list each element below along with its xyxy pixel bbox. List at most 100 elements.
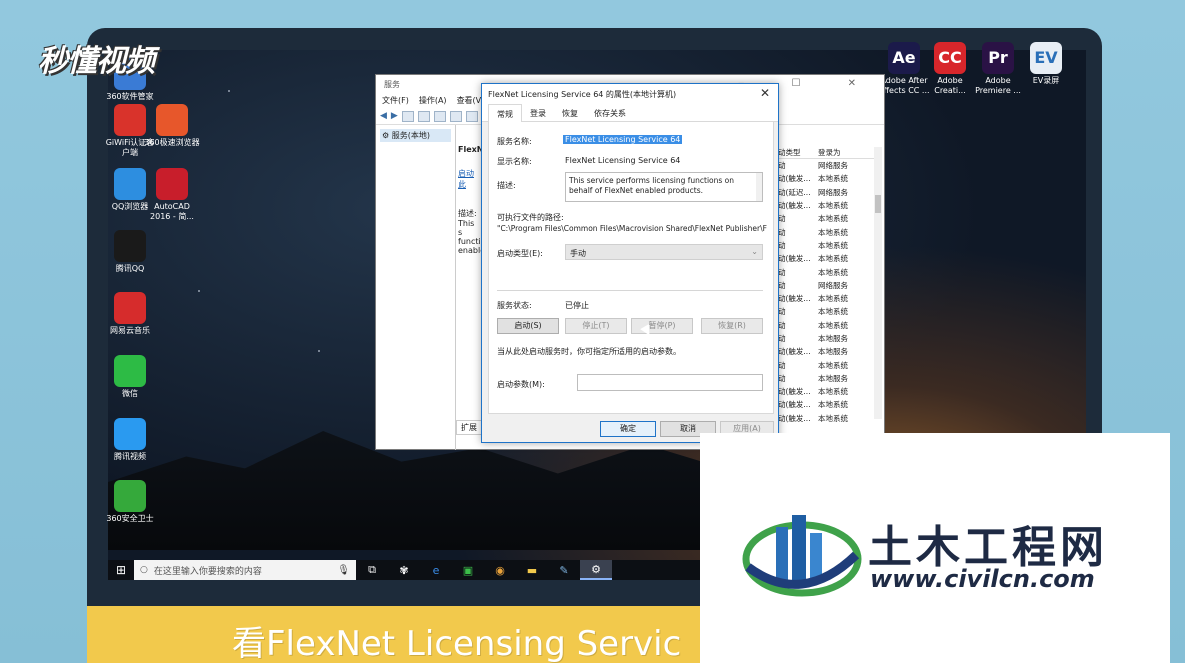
video-frame: 360软件管家 GiWiFi认证客户端 360极速浏览器 QQ浏览器 AutoCAD 2… (0, 0, 1185, 663)
startup-params-input[interactable] (577, 374, 763, 391)
forward-arrow-icon[interactable]: ▶ (391, 111, 398, 122)
table-row[interactable]: 动 本地系统 (776, 265, 876, 278)
desktop-icon[interactable]: 腾讯QQ (102, 230, 158, 274)
executable-path: "C:\Program Files\Common Files\Macrovisi… (497, 224, 767, 233)
service-name-value[interactable]: FlexNet Licensing Service 64 (563, 135, 683, 144)
resume-button[interactable]: 恢复(R) (701, 318, 763, 334)
desktop-icon[interactable]: 网易云音乐 (102, 292, 158, 336)
cell-logon-as: 本地系统 (818, 294, 848, 304)
terminal-icon[interactable]: ▣ (452, 560, 484, 580)
desktop-icon[interactable]: 腾讯视频 (102, 418, 158, 462)
service-status-value: 已停止 (565, 301, 589, 310)
desktop-icon[interactable]: EV EV录屏 (1018, 42, 1074, 86)
table-row[interactable]: 动(触发... 本地系统 (776, 292, 876, 305)
display-name-label: 显示名称: (497, 157, 532, 166)
tree-item-services-local[interactable]: ⚙ 服务(本地) (380, 129, 451, 142)
desktop-icon[interactable]: 微信 (102, 355, 158, 399)
desktop-icon-label: 微信 (122, 389, 138, 398)
desktop-icon[interactable]: 360安全卫士 (102, 480, 158, 524)
table-row[interactable]: 动(触发... 本地系统 (776, 412, 876, 425)
cell-logon-as: 本地系统 (818, 400, 848, 410)
taskbar-search[interactable]: ○ 在这里输入你要搜索的内容 🎙 (134, 560, 356, 580)
desktop-icon[interactable]: AutoCAD 2016 - 简... (144, 168, 200, 222)
description-scrollbar[interactable] (756, 173, 762, 201)
tab-recovery[interactable]: 恢复 (554, 104, 586, 121)
description-box[interactable]: This service performs licensing function… (565, 172, 763, 202)
table-row[interactable]: 动(触发... 本地系统 (776, 252, 876, 265)
toolbar-refresh-icon[interactable] (433, 111, 446, 122)
fan-icon[interactable]: ✾ (388, 560, 420, 580)
cell-startup-type: 动(触发... (778, 201, 811, 211)
scroll-thumb[interactable] (875, 195, 881, 213)
services-scrollbar[interactable] (874, 147, 882, 419)
close-icon[interactable]: ✕ (760, 86, 770, 100)
cell-startup-type: 动(触发... (778, 387, 811, 397)
pen-icon[interactable]: ✎ (548, 560, 580, 580)
table-row[interactable]: 动 本地系统 (776, 319, 876, 332)
menu-action[interactable]: 操作(A) (419, 95, 447, 109)
folder-icon[interactable]: ▬ (516, 560, 548, 580)
windows-start-icon[interactable]: ⊞ (108, 563, 134, 577)
toolbar-list-icon[interactable] (417, 111, 430, 122)
detail-desc-line: This s (458, 219, 475, 237)
cell-startup-type: 动 (778, 373, 786, 383)
civilcn-logo-icon (742, 515, 862, 597)
color-wheel-icon[interactable]: ◉ (484, 560, 516, 580)
desktop-icon[interactable]: 360极速浏览器 (144, 104, 200, 148)
table-row[interactable]: 动 本地服务 (776, 372, 876, 385)
desktop-icon-label: 360极速浏览器 (144, 138, 200, 147)
table-row[interactable]: 动(延迟... 网络服务 (776, 186, 876, 199)
tab-dependencies[interactable]: 依存关系 (586, 104, 634, 121)
table-row[interactable]: 动(触发... 本地服务 (776, 345, 876, 358)
start-button[interactable]: 启动(S) (497, 318, 559, 334)
display-name-value: FlexNet Licensing Service 64 (565, 156, 681, 165)
autocad-icon (156, 168, 188, 200)
table-row[interactable]: 动(触发... 本地系统 (776, 398, 876, 411)
table-row[interactable]: 动(触发... 本地系统 (776, 172, 876, 185)
edge-icon[interactable]: e (420, 560, 452, 580)
tab-extended[interactable]: 扩展 (456, 420, 482, 435)
startup-params-label: 启动参数(M): (497, 380, 545, 389)
menu-file[interactable]: 文件(F) (382, 95, 409, 109)
cell-startup-type: 动 (778, 360, 786, 370)
table-row[interactable]: 动 本地系统 (776, 212, 876, 225)
detail-start-link[interactable]: 启动此 (458, 168, 480, 190)
table-row[interactable]: 动 网络服务 (776, 279, 876, 292)
column-logon-as[interactable]: 登录为 (814, 147, 868, 158)
description-label: 描述: (497, 181, 516, 190)
cell-startup-type: 动 (778, 161, 786, 171)
cell-logon-as: 本地系统 (818, 360, 848, 370)
ok-button[interactable]: 确定 (600, 421, 656, 437)
dialog-title-bar: FlexNet Licensing Service 64 的属性(本地计算机) … (482, 84, 778, 104)
back-arrow-icon[interactable]: ◀ (380, 111, 387, 122)
cell-logon-as: 本地系统 (818, 413, 848, 423)
desktop-icon-label: AutoCAD 2016 - 简... (150, 202, 194, 221)
gear-icon: ⚙ (382, 131, 390, 140)
table-row[interactable]: 动(触发... 本地系统 (776, 385, 876, 398)
table-row[interactable]: 动 本地系统 (776, 358, 876, 371)
tab-logon[interactable]: 登录 (522, 104, 554, 121)
play-icon (114, 418, 146, 450)
tab-general[interactable]: 常规 (488, 104, 522, 122)
cell-startup-type: 动(触发... (778, 413, 811, 423)
table-row[interactable]: 动 本地系统 (776, 225, 876, 238)
table-row[interactable]: 动 本地系统 (776, 305, 876, 318)
pause-button[interactable]: 暂停(P) (631, 318, 693, 334)
stop-button[interactable]: 停止(T) (565, 318, 627, 334)
description-text: This service performs licensing function… (569, 176, 735, 195)
startup-type-value: 手动 (570, 249, 586, 258)
toolbar-help-icon[interactable] (465, 111, 478, 122)
services-gear-icon[interactable]: ⚙ (580, 560, 612, 580)
table-row[interactable]: 动 网络服务 (776, 159, 876, 172)
startup-type-select[interactable]: 手动 ⌄ (565, 244, 763, 260)
column-startup-type[interactable]: 动类型 (776, 147, 814, 158)
microphone-icon[interactable]: 🎙 (337, 565, 350, 576)
services-list-header: 动类型 登录为 (776, 147, 876, 159)
task-view-icon[interactable]: ⧉ (356, 560, 388, 580)
table-row[interactable]: 动(触发... 本地系统 (776, 199, 876, 212)
table-row[interactable]: 动 本地服务 (776, 332, 876, 345)
toolbar-export-icon[interactable] (449, 111, 462, 122)
cell-startup-type: 动 (778, 267, 786, 277)
toolbar-console-icon[interactable] (401, 111, 414, 122)
table-row[interactable]: 动 本地系统 (776, 239, 876, 252)
